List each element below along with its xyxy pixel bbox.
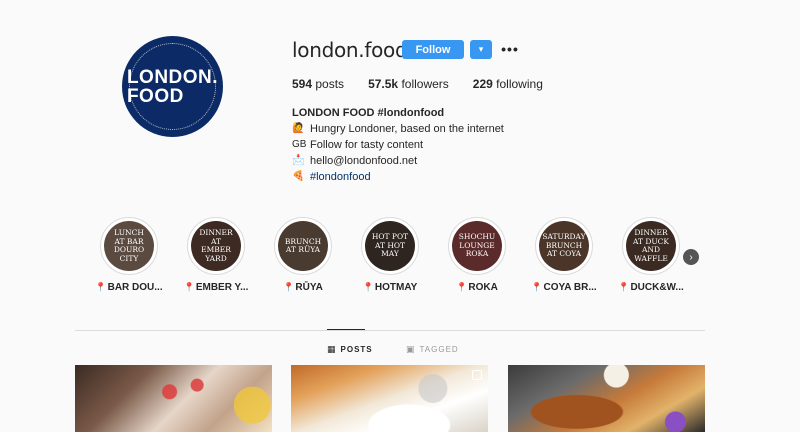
- more-icon: •••: [501, 41, 519, 57]
- pin-icon: 📍: [283, 282, 295, 292]
- bio-text: Follow for tasty content: [310, 139, 424, 151]
- pin-icon: 📍: [531, 282, 543, 292]
- tag-icon: ▣: [406, 344, 416, 354]
- highlight-cover: Shochu Lounge Roka: [452, 221, 502, 271]
- posts-count: 594: [292, 77, 313, 91]
- bio-text: Hungry Londoner, based on the internet: [310, 123, 504, 135]
- highlight-label-text: HOTMAY: [374, 282, 418, 293]
- pin-icon: 📍: [456, 282, 468, 292]
- highlight-ring: Dinner at Duck and Waffle: [622, 217, 680, 275]
- bio-line: 📩 hello@londonfood.net: [292, 153, 504, 169]
- highlight-label: 📍 HOTMAY: [363, 282, 418, 293]
- followers-count: 57.5k: [368, 77, 399, 91]
- post-thumbnail[interactable]: [75, 365, 272, 432]
- bio-line: 🍕 #londonfood: [292, 169, 504, 185]
- posts-label: posts: [315, 77, 345, 91]
- highlight-label-text: EMBER Y...: [195, 282, 249, 293]
- profile-bio: LONDON FOOD #londonfood 🙋 Hungry Londone…: [292, 105, 504, 185]
- highlight-label: 📍 RŪYA: [283, 282, 323, 293]
- followers-stat[interactable]: 57.5k followers: [368, 77, 449, 91]
- profile-stats: 594 posts 57.5k followers 229 following: [292, 77, 567, 91]
- highlight-item[interactable]: Dinner at Duck and Waffle 📍 DUCK&W...: [618, 217, 684, 293]
- post-image: [508, 365, 705, 432]
- following-count: 229: [472, 77, 493, 91]
- highlight-item[interactable]: Dinner at Ember Yard 📍 EMBER Y...: [184, 217, 248, 293]
- highlight-label-text: ROKA: [468, 282, 498, 293]
- bio-line: GB Follow for tasty content: [292, 137, 504, 153]
- tab-posts-label: POSTS: [340, 345, 373, 354]
- highlight-label: 📍 EMBER Y...: [184, 282, 249, 293]
- highlight-item[interactable]: Brunch at Rüya 📍 RŪYA: [274, 217, 332, 293]
- bio-line: 🙋 Hungry Londoner, based on the internet: [292, 121, 504, 137]
- highlight-item[interactable]: Lunch at Bar Douro City 📍 BAR DOU...: [95, 217, 163, 293]
- tab-tagged[interactable]: ▣ TAGGED: [406, 344, 459, 355]
- highlight-cover: Brunch at Rüya: [278, 221, 328, 271]
- chevron-right-icon: ›: [689, 251, 693, 263]
- highlight-label-text: BAR DOU...: [107, 282, 163, 293]
- post-image: [75, 365, 272, 432]
- person-icon: 🙋: [292, 123, 305, 134]
- story-highlights: Lunch at Bar Douro City 📍 BAR DOU... Dinn…: [95, 217, 684, 293]
- post-image: [291, 365, 488, 432]
- active-tab-indicator: [327, 329, 365, 330]
- highlights-next-button[interactable]: ›: [683, 249, 699, 265]
- pin-icon: 📍: [362, 282, 374, 292]
- tabs-divider: [75, 330, 705, 331]
- pizza-icon: 🍕: [292, 171, 305, 182]
- highlight-ring: Shochu Lounge Roka: [448, 217, 506, 275]
- highlight-item[interactable]: Shochu Lounge Roka 📍 ROKA: [448, 217, 506, 293]
- more-options-button[interactable]: •••: [501, 40, 519, 58]
- multiple-photos-icon: [472, 370, 482, 380]
- highlight-ring: Lunch at Bar Douro City: [100, 217, 158, 275]
- highlight-ring: Hot Pot at Hot May: [361, 217, 419, 275]
- gb-flag-icon: GB: [292, 139, 307, 150]
- highlight-label: 📍 ROKA: [456, 282, 498, 293]
- highlight-item[interactable]: Saturday Brunch at Coya 📍 COYA BR...: [531, 217, 597, 293]
- highlight-label-text: DUCK&W...: [630, 282, 684, 293]
- post-thumbnail[interactable]: [508, 365, 705, 432]
- chevron-down-icon: ▾: [478, 44, 484, 54]
- tab-tagged-label: TAGGED: [419, 345, 459, 354]
- highlight-cover: Lunch at Bar Douro City: [104, 221, 154, 271]
- highlight-label-text: RŪYA: [295, 282, 323, 293]
- follow-button[interactable]: Follow: [402, 40, 464, 59]
- suggestions-dropdown-button[interactable]: ▾: [470, 40, 492, 59]
- pin-icon: 📍: [618, 282, 630, 292]
- bio-email: hello@londonfood.net: [310, 155, 418, 167]
- highlight-cover: Hot Pot at Hot May: [365, 221, 415, 271]
- bio-name: LONDON FOOD #londonfood: [292, 107, 445, 119]
- post-thumbnail[interactable]: [291, 365, 488, 432]
- tab-posts[interactable]: ▦ POSTS: [327, 344, 373, 355]
- grid-icon: ▦: [327, 344, 337, 354]
- highlight-label: 📍 COYA BR...: [531, 282, 596, 293]
- posts-stat: 594 posts: [292, 77, 344, 91]
- bio-hashtag-link[interactable]: #londonfood: [310, 169, 371, 185]
- highlight-ring: Saturday Brunch at Coya: [535, 217, 593, 275]
- avatar-ring: [129, 43, 216, 130]
- highlight-ring: Brunch at Rüya: [274, 217, 332, 275]
- profile-avatar[interactable]: LONDON. FOOD: [122, 36, 223, 137]
- envelope-icon: 📩: [292, 155, 305, 166]
- followers-label: followers: [401, 77, 449, 91]
- following-label: following: [496, 77, 543, 91]
- pin-icon: 📍: [183, 282, 195, 292]
- following-stat[interactable]: 229 following: [473, 77, 543, 91]
- highlight-cover: Dinner at Ember Yard: [191, 221, 241, 271]
- highlight-label-text: COYA BR...: [543, 282, 597, 293]
- highlight-ring: Dinner at Ember Yard: [187, 217, 245, 275]
- highlight-label: 📍 BAR DOU...: [95, 282, 162, 293]
- highlight-item[interactable]: Hot Pot at Hot May 📍 HOTMAY: [361, 217, 419, 293]
- highlight-cover: Dinner at Duck and Waffle: [626, 221, 676, 271]
- pin-icon: 📍: [95, 282, 107, 292]
- highlight-label: 📍 DUCK&W...: [618, 282, 684, 293]
- profile-username: london.food: [292, 38, 408, 62]
- highlight-cover: Saturday Brunch at Coya: [539, 221, 589, 271]
